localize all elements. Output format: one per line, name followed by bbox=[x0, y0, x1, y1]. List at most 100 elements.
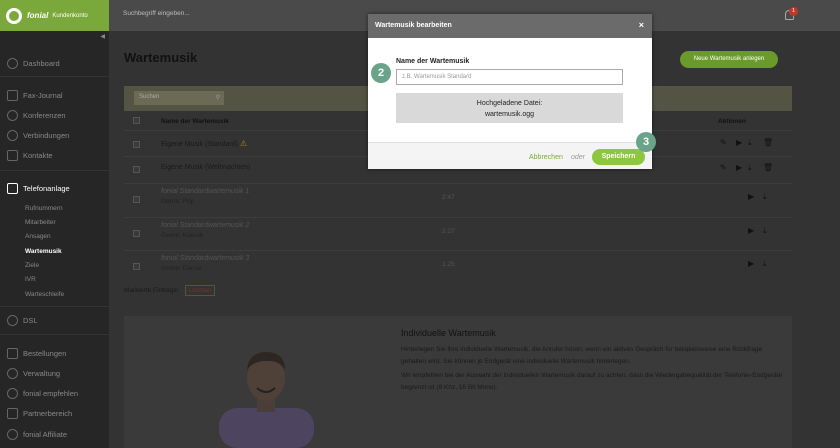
cart-icon bbox=[7, 347, 18, 359]
download-icon[interactable]: ⤓ bbox=[763, 259, 767, 269]
marked-entries-label: Markierte Einträge: bbox=[124, 287, 179, 294]
row-genre: Genre: Dance bbox=[161, 265, 202, 272]
partner-icon bbox=[7, 407, 18, 419]
subnav-rufnummern[interactable]: Rufnummern bbox=[25, 205, 63, 212]
sidebar-item-label: Bestellungen bbox=[23, 348, 67, 358]
edit-music-modal: Wartemusik bearbeiten × Name der Wartemu… bbox=[368, 14, 652, 169]
page-title: Wartemusik bbox=[124, 50, 198, 65]
row-name: fonial Standardwartemusik 1 bbox=[161, 188, 250, 195]
row-genre: Genre: Pop bbox=[161, 198, 195, 205]
row-checkbox[interactable] bbox=[133, 263, 140, 270]
global-search-input[interactable]: Suchbegriff eingeben... bbox=[123, 10, 190, 17]
download-icon[interactable]: ⤓ bbox=[763, 192, 767, 202]
sidebar-item-label: Konferenzen bbox=[23, 110, 66, 120]
subnav-warteschleife[interactable]: Warteschleife bbox=[25, 291, 64, 298]
sidebar-item-telefonanlage[interactable]: Telefonanlage bbox=[0, 179, 109, 197]
select-all-checkbox[interactable] bbox=[133, 117, 140, 124]
trash-icon[interactable]: 🗑 bbox=[763, 163, 773, 172]
pbx-icon bbox=[7, 182, 18, 194]
sidebar-item-verbindungen[interactable]: Verbindungen bbox=[0, 126, 109, 144]
sidebar-item-empfehlen[interactable]: fonial empfehlen bbox=[0, 384, 109, 402]
row-checkbox[interactable] bbox=[133, 196, 140, 203]
row-name: fonial Standardwartemusik 3 bbox=[161, 255, 250, 262]
table-row[interactable]: fonial Standardwartemusik 1 Genre: Pop 2… bbox=[124, 183, 792, 217]
music-name-label: Name der Wartemusik bbox=[396, 58, 470, 65]
table-search-placeholder: Suchen bbox=[139, 94, 160, 100]
modal-header: Wartemusik bearbeiten × bbox=[368, 14, 652, 38]
table-row[interactable]: fonial Standardwartemusik 3 Genre: Dance… bbox=[124, 250, 792, 284]
step-marker-3: 3 bbox=[636, 132, 656, 152]
play-icon[interactable]: ▶ bbox=[736, 138, 742, 147]
row-genre: Genre: Klassik bbox=[161, 232, 204, 239]
play-icon[interactable]: ▶ bbox=[748, 259, 754, 268]
sidebar-item-label: Verwaltung bbox=[23, 368, 61, 378]
logo-bar[interactable]: fonial Kundenkonto bbox=[0, 0, 109, 31]
download-icon[interactable]: ⤓ bbox=[763, 226, 767, 236]
sidebar-item-affiliate[interactable]: fonial Affiliate bbox=[0, 425, 109, 443]
dashboard-icon bbox=[7, 57, 18, 69]
table-row[interactable]: fonial Standardwartemusik 2 Genre: Klass… bbox=[124, 217, 792, 251]
sidebar: fonial Kundenkonto ◀ Dashboard Fax-Journ… bbox=[0, 0, 109, 448]
subnav-ziele[interactable]: Ziele bbox=[25, 262, 39, 269]
save-button[interactable]: Speichern bbox=[592, 149, 645, 165]
edit-icon[interactable]: ✎ bbox=[720, 163, 727, 172]
music-name-input[interactable]: z.B. Wartemusik Standard bbox=[396, 69, 623, 85]
sidebar-item-label: Fax-Journal bbox=[23, 90, 63, 100]
table-search-input[interactable]: Suchen ⚲ bbox=[134, 91, 224, 105]
settings-icon bbox=[7, 367, 18, 379]
sidebar-item-dashboard[interactable]: Dashboard bbox=[0, 54, 109, 72]
play-icon[interactable]: ▶ bbox=[748, 226, 754, 235]
sidebar-item-label: Kontakte bbox=[23, 150, 53, 160]
sidebar-item-partnerbereich[interactable]: Partnerbereich bbox=[0, 404, 109, 422]
play-icon[interactable]: ▶ bbox=[748, 192, 754, 201]
sidebar-item-verwaltung[interactable]: Verwaltung bbox=[0, 364, 109, 382]
close-icon[interactable]: × bbox=[639, 20, 644, 30]
fonial-logo-icon bbox=[6, 7, 22, 24]
cancel-button[interactable]: Abbrechen bbox=[529, 154, 563, 161]
delete-selected-button[interactable]: Löschen bbox=[185, 285, 215, 296]
sidebar-item-fax-journal[interactable]: Fax-Journal bbox=[0, 86, 109, 104]
subnav-wartemusik[interactable]: Wartemusik bbox=[25, 248, 62, 255]
subnav-ivr[interactable]: IVR bbox=[25, 276, 36, 283]
row-checkbox[interactable] bbox=[133, 230, 140, 237]
sidebar-divider bbox=[0, 76, 109, 77]
info-panel: Individuelle Wartemusik Hinterlegen Sie … bbox=[124, 316, 792, 448]
or-label: oder bbox=[571, 154, 586, 161]
sidebar-item-label: Dashboard bbox=[23, 58, 60, 68]
sidebar-item-dsl[interactable]: DSL bbox=[0, 311, 109, 329]
info-paragraph: Wir empfehlen bei der Auswahl der indivi… bbox=[401, 372, 783, 391]
warning-icon: ⚠ bbox=[240, 139, 248, 148]
uploaded-file-name: wartemusik.ogg bbox=[484, 111, 535, 118]
download-icon[interactable]: ⤓ bbox=[748, 138, 752, 148]
fax-icon bbox=[7, 89, 18, 101]
sidebar-item-label: fonial empfehlen bbox=[23, 388, 79, 398]
sidebar-item-bestellungen[interactable]: Bestellungen bbox=[0, 344, 109, 362]
download-icon[interactable]: ⤓ bbox=[748, 163, 752, 173]
row-name: Eigene Musik (Weihnachten) bbox=[161, 164, 251, 171]
uploaded-file-box: Hochgeladene Datei: wartemusik.ogg bbox=[396, 93, 623, 123]
sidebar-item-label: Verbindungen bbox=[23, 130, 70, 140]
uploaded-file-label: Hochgeladene Datei: bbox=[476, 100, 543, 107]
info-title: Individuelle Wartemusik bbox=[401, 328, 496, 338]
sidebar-item-konferenzen[interactable]: Konferenzen bbox=[0, 106, 109, 124]
row-checkbox[interactable] bbox=[133, 166, 140, 173]
subnav-mitarbeiter[interactable]: Mitarbeiter bbox=[25, 219, 56, 226]
sidebar-divider bbox=[0, 306, 109, 307]
collapse-sidebar-icon[interactable]: ◀ bbox=[100, 33, 105, 40]
row-duration: 2:47 bbox=[442, 194, 455, 201]
search-icon: ⚲ bbox=[215, 95, 220, 101]
sidebar-item-label: DSL bbox=[23, 315, 38, 325]
trash-icon[interactable]: 🗑 bbox=[763, 138, 773, 147]
sidebar-item-kontakte[interactable]: Kontakte bbox=[0, 146, 109, 164]
brand-subtitle: Kundenkonto bbox=[52, 12, 88, 19]
affiliate-icon bbox=[7, 428, 18, 440]
recommend-icon bbox=[7, 387, 18, 399]
sidebar-item-label: Telefonanlage bbox=[23, 183, 70, 193]
person-photo bbox=[219, 352, 314, 448]
new-music-button[interactable]: Neue Wartemusik anlegen bbox=[680, 51, 778, 68]
column-actions: Aktionen bbox=[718, 118, 746, 125]
subnav-ansagen[interactable]: Ansagen bbox=[25, 233, 51, 240]
row-checkbox[interactable] bbox=[133, 141, 140, 148]
edit-icon[interactable]: ✎ bbox=[720, 138, 727, 147]
play-icon[interactable]: ▶ bbox=[736, 163, 742, 172]
